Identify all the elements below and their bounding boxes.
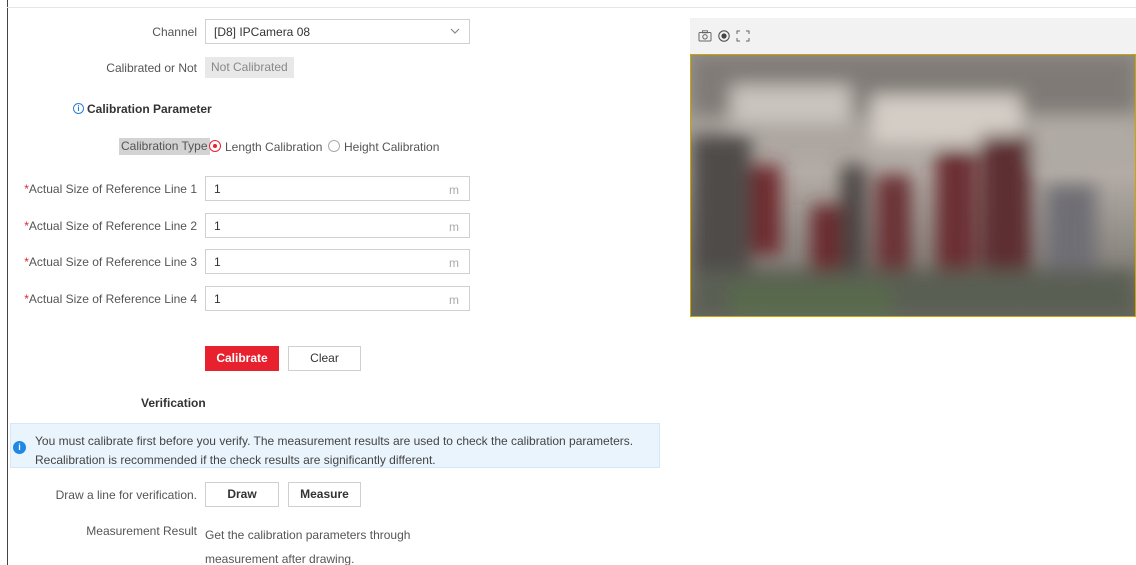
live-video-preview[interactable] [690,54,1136,317]
reference-line-4-value: 1 [214,292,221,306]
reference-line-3-value: 1 [214,255,221,269]
reference-line-3-label: *Actual Size of Reference Line 3 [24,255,197,269]
calibrated-label: Calibrated or Not [106,61,197,75]
unit-label: m [449,183,459,197]
reference-line-2-label: *Actual Size of Reference Line 2 [24,219,197,233]
fullscreen-icon[interactable] [736,30,750,42]
camera-icon[interactable] [698,30,712,42]
record-icon[interactable] [717,30,731,42]
unit-label: m [449,256,459,270]
radio-height-calibration-label[interactable]: Height Calibration [344,140,439,154]
radio-height-calibration[interactable] [328,140,340,152]
radio-length-calibration[interactable] [209,140,221,152]
reference-line-1-value: 1 [214,182,221,196]
channel-value: [D8] IPCamera 08 [214,25,311,39]
calibration-type-label: Calibration Type [119,138,210,155]
channel-select[interactable]: [D8] IPCamera 08 [205,19,470,44]
left-edge [7,0,8,565]
reference-line-3-input[interactable]: 1 m [205,249,470,274]
draw-line-label: Draw a line for verification. [55,488,197,502]
measure-button[interactable]: Measure [288,482,361,507]
reference-line-2-input[interactable]: 1 m [205,213,470,238]
clear-button[interactable]: Clear [288,346,361,371]
reference-line-4-input[interactable]: 1 m [205,286,470,311]
verification-notice: i You must calibrate first before you ve… [10,423,660,468]
calibration-status-badge: Not Calibrated [205,57,294,78]
reference-line-2-value: 1 [214,219,221,233]
verification-title: Verification [141,396,206,410]
draw-button[interactable]: Draw [205,482,279,507]
calibration-parameter-title: Calibration Parameter [87,102,212,116]
preview-toolbar [690,18,1136,54]
info-filled-icon: i [13,441,26,454]
channel-label: Channel [152,25,197,39]
measurement-result-label: Measurement Result [86,524,197,538]
unit-label: m [449,220,459,234]
info-icon: i [73,103,84,114]
top-edge [7,7,1136,8]
blurred-video-frame [691,55,1135,316]
reference-line-4-label: *Actual Size of Reference Line 4 [24,292,197,306]
chevron-down-icon [450,28,460,34]
calibrate-button[interactable]: Calibrate [205,346,279,371]
reference-line-1-label: *Actual Size of Reference Line 1 [24,182,197,196]
radio-length-calibration-label[interactable]: Length Calibration [225,140,322,154]
verification-notice-text: You must calibrate first before you veri… [35,434,634,467]
reference-line-1-input[interactable]: 1 m [205,176,470,201]
measurement-result-text: Get the calibration parameters through m… [205,528,411,565]
unit-label: m [449,293,459,307]
